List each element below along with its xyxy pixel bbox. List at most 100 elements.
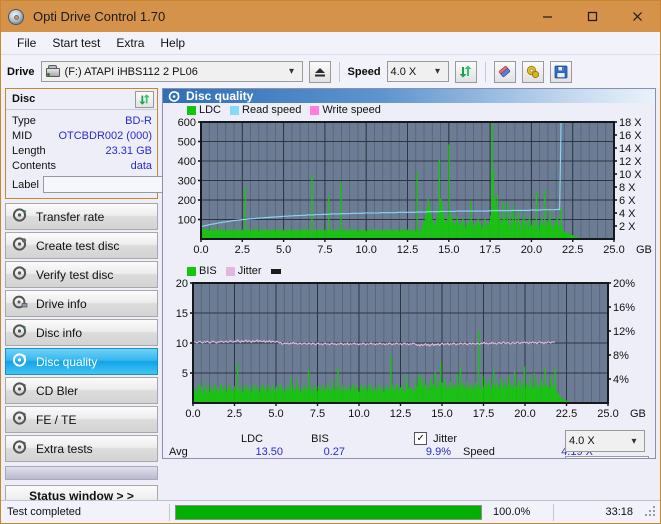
svg-text:0.0: 0.0 <box>185 408 200 420</box>
menu-item-help[interactable]: Help <box>152 34 193 52</box>
menu-item-file[interactable]: File <box>9 34 44 52</box>
stats-header-ldc: LDC <box>240 432 263 445</box>
sidebar-item-verify-test-disc[interactable]: Verify test disc <box>5 261 158 288</box>
disc-label-key: Label <box>12 178 39 191</box>
sidebar-item-cd-bler[interactable]: CD Bler <box>5 377 158 404</box>
sidebar-item-label: Disc info <box>36 325 83 340</box>
status-message: Test completed <box>7 506 81 518</box>
chevron-down-icon: ▾ <box>289 66 295 77</box>
svg-text:16 X: 16 X <box>619 130 642 142</box>
ldc-chart: LDC Read speed Write speed 100 200 300 400 5… <box>163 103 655 264</box>
save-button[interactable] <box>549 60 572 83</box>
jitter-checkbox[interactable]: ✓ <box>414 432 428 445</box>
disc-row-length: Length 23.31 GB <box>12 143 152 158</box>
legend-entry-ldc: LDC <box>187 104 221 116</box>
legend-swatch-marker <box>270 268 281 274</box>
legend-label: BIS <box>199 265 217 277</box>
svg-text:12.5: 12.5 <box>397 244 418 256</box>
legend-entry-bis: BIS <box>187 265 217 277</box>
speed-select[interactable]: 4.0 X ▾ <box>386 61 449 82</box>
start-full-button[interactable]: Start full <box>565 456 649 458</box>
svg-text:6 X: 6 X <box>619 195 636 207</box>
test-speed-select[interactable]: 4.0 X ▾ <box>565 430 645 452</box>
svg-text:10 X: 10 X <box>619 169 642 181</box>
legend-label: LDC <box>199 104 222 116</box>
erase-button[interactable] <box>493 60 516 83</box>
gear-icon <box>526 65 540 79</box>
disc-write-icon <box>12 236 31 255</box>
legend-entry-read-speed: Read speed <box>230 104 301 116</box>
menu-item-start-test[interactable]: Start test <box>44 34 108 52</box>
svg-text:14 X: 14 X <box>619 143 642 155</box>
svg-text:16%: 16% <box>613 302 635 314</box>
svg-text:20.0: 20.0 <box>521 244 542 256</box>
svg-text:4%: 4% <box>613 374 629 386</box>
maximize-icon[interactable] <box>570 1 615 32</box>
extra-tests-icon <box>12 439 31 458</box>
menu-bar: File Start test Extra Help <box>1 32 660 55</box>
svg-text:25.0: 25.0 <box>597 408 618 420</box>
svg-text:2.5: 2.5 <box>227 408 242 420</box>
minimize-icon[interactable] <box>525 1 570 32</box>
menu-item-extra[interactable]: Extra <box>108 34 152 52</box>
disc-row-type: Type BD-R <box>12 113 152 128</box>
disc-row-key: Length <box>12 144 46 157</box>
stats-row-avg-key: Avg <box>169 446 188 458</box>
toolbar-separator <box>484 61 486 82</box>
sidebar-item-label: CD Bler <box>36 383 79 398</box>
svg-text:300: 300 <box>178 176 196 188</box>
svg-text:20%: 20% <box>613 278 635 290</box>
svg-text:400: 400 <box>178 156 196 168</box>
disc-row-key: Contents <box>12 159 57 172</box>
svg-text:100: 100 <box>178 215 196 227</box>
ldc-chart-canvas[interactable]: 100 200 300 400 500 600 2 X4 X6 X8 X10 X12 X14… <box>163 116 652 261</box>
drive-toolbar: Drive (F:) ATAPI iHBS112 2 PL06 ▾ Speed … <box>1 55 660 88</box>
eject-icon <box>314 67 325 76</box>
svg-text:500: 500 <box>178 137 196 149</box>
svg-text:7.5: 7.5 <box>317 244 332 256</box>
drive-label: Drive <box>7 65 35 78</box>
legend-swatch <box>187 105 196 115</box>
sidebar-item-fe-te[interactable]: FE / TE <box>5 406 158 433</box>
svg-text:8 X: 8 X <box>619 182 636 194</box>
svg-text:GB: GB <box>636 244 652 256</box>
close-icon[interactable] <box>615 1 660 32</box>
svg-text:15.0: 15.0 <box>431 408 452 420</box>
refresh-icon <box>139 93 150 105</box>
disc-row-key: MID <box>12 129 33 142</box>
svg-text:15: 15 <box>176 308 188 320</box>
disc-label-row: Label <box>12 175 245 194</box>
disc-panel-title: Disc <box>12 93 36 105</box>
svg-text:200: 200 <box>178 195 196 207</box>
svg-text:8%: 8% <box>613 350 629 362</box>
disc-refresh-button[interactable] <box>135 90 154 108</box>
bis-chart-canvas[interactable]: 5 10 15 20 4% 8% 12% 16% 20% 0.0 2.5 5.0 7.5 10.0 12.5… <box>163 277 652 425</box>
resize-grip-icon[interactable] <box>645 506 657 518</box>
disc-quality-panel: Disc quality LDC Read speed Write speed <box>162 88 656 459</box>
eject-button[interactable] <box>308 60 331 83</box>
stats-avg-ldc: 13.50 <box>255 446 283 458</box>
svg-text:17.5: 17.5 <box>479 244 500 256</box>
sidebar-spacer <box>5 466 158 480</box>
settings-button[interactable] <box>521 60 544 83</box>
drive-select[interactable]: (F:) ATAPI iHBS112 2 PL06 ▾ <box>40 61 303 82</box>
svg-text:GB: GB <box>630 408 646 420</box>
sidebar-item-disc-info[interactable]: Disc info <box>5 319 158 346</box>
sidebar-item-drive-info[interactable]: Drive info <box>5 290 158 317</box>
progress-bar <box>175 504 482 520</box>
disc-row-value: data <box>130 159 152 172</box>
sidebar-item-disc-quality[interactable]: Disc quality <box>5 348 158 375</box>
disc-row-value: 23.31 GB <box>105 144 152 157</box>
sidebar-item-transfer-rate[interactable]: Transfer rate <box>5 203 158 230</box>
sidebar-item-extra-tests[interactable]: Extra tests <box>5 435 158 462</box>
svg-text:2 X: 2 X <box>619 221 636 233</box>
svg-text:5: 5 <box>182 368 188 380</box>
svg-text:20: 20 <box>176 278 188 290</box>
disc-panel-header: Disc <box>6 89 157 110</box>
sidebar-item-create-test-disc[interactable]: Create test disc <box>5 232 158 259</box>
statistics-panel: LDC BIS ✓ Jitter Avg 13.50 0.27 9.9% Max… <box>163 428 655 458</box>
progress-percent: 100.0% <box>493 506 531 518</box>
speed-select-value: 4.0 X <box>390 65 417 78</box>
refresh-button[interactable] <box>454 60 477 83</box>
legend-label: Jitter <box>237 265 262 277</box>
